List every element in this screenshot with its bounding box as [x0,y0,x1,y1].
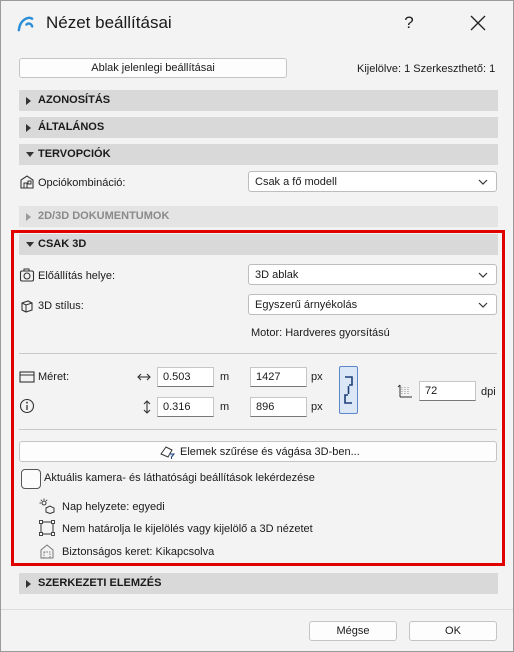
collapse-arrow-icon [26,242,34,247]
style-label: 3D stílus: [38,300,84,312]
selection-limit-info: Nem határolja le kijelölés vagy kijelölő… [62,523,313,535]
source-select[interactable]: 3D ablak [248,264,497,285]
view-settings-dialog: Nézet beállításai ? Ablak jelenlegi beál… [0,0,514,652]
section-identification[interactable]: AZONOSÍTÁS [19,90,498,111]
unit-m: m [220,371,230,383]
marquee-icon [39,520,55,536]
close-icon[interactable] [463,9,493,37]
size-icon [19,371,35,383]
width-m-input[interactable]: 0.503 [157,367,214,387]
select-value: Egyszerű árnyékolás [255,299,358,311]
footer-divider [1,609,513,610]
width-px-input[interactable]: 1427 [250,367,307,387]
input-value: 72 [425,385,438,397]
divider [19,353,497,354]
camera-settings-checkbox[interactable] [21,469,41,489]
camera-settings-label: Aktuális kamera- és láthatósági beállítá… [44,472,315,484]
select-value: Csak a fő modell [255,176,337,188]
height-arrow-icon [143,400,151,414]
unit-px: px [311,371,323,383]
dialog-title: Nézet beállításai [46,13,172,32]
dpi-input[interactable]: 72 [419,381,476,401]
option-combination-select[interactable]: Csak a fő modell [248,171,497,192]
title-bar: Nézet beállításai ? [1,1,513,45]
section-label: ÁLTALÁNOS [38,121,105,133]
info-icon[interactable] [19,398,35,414]
unit-dpi: dpi [481,386,496,398]
sun-icon [39,498,55,514]
expand-arrow-icon [26,213,31,221]
select-value: 3D ablak [255,269,299,281]
section-2d3d-documents: 2D/3D DOKUMENTUMOK [19,206,498,227]
help-button[interactable]: ? [395,9,423,37]
camera-icon [19,268,35,282]
section-label: 2D/3D DOKUMENTUMOK [38,210,170,222]
option-combination-icon [20,175,34,189]
chain-link-icon [344,376,353,404]
section-general[interactable]: ÁLTALÁNOS [19,117,498,138]
cube-icon [21,300,33,313]
section-label: CSAK 3D [38,238,87,250]
filter-cut-label: Elemek szűrése és vágása 3D-ben... [180,446,360,458]
section-label: TERVOPCIÓK [38,148,111,160]
chevron-down-icon [478,272,488,278]
input-value: 1427 [256,371,281,383]
safety-frame-icon [40,544,54,559]
expand-arrow-icon [26,124,31,132]
width-arrow-icon [137,373,151,381]
style-select[interactable]: Egyszerű árnyékolás [248,294,497,315]
height-px-input[interactable]: 896 [250,397,307,417]
section-structural-analysis[interactable]: SZERKEZETI ELEMZÉS [19,573,498,594]
divider [19,429,497,430]
source-label: Előállítás helye: [38,270,116,282]
section-label: SZERKEZETI ELEMZÉS [38,577,162,589]
safety-frame-info: Biztonságos keret: Kikapcsolva [62,546,215,558]
section-label: AZONOSÍTÁS [38,94,111,106]
sun-position-info: Nap helyzete: egyedi [62,501,165,513]
current-settings-button[interactable]: Ablak jelenlegi beállításai [19,58,287,78]
collapse-arrow-icon [26,152,34,157]
section-only-3d[interactable]: CSAK 3D [19,234,498,255]
unit-px: px [311,401,323,413]
option-combination-label: Opciókombináció: [38,177,126,189]
ok-button[interactable]: OK [409,621,497,641]
input-value: 896 [256,401,275,413]
input-value: 0.503 [163,371,191,383]
expand-arrow-icon [26,580,31,588]
size-label: Méret: [38,371,70,383]
engine-info: Motor: Hardveres gyorsítású [251,327,390,339]
section-design-options[interactable]: TERVOPCIÓK [19,144,498,165]
filter-cut-icon [160,446,175,459]
expand-arrow-icon [26,97,31,105]
height-m-input[interactable]: 0.316 [157,397,214,417]
unit-m: m [220,401,230,413]
chevron-down-icon [478,179,488,185]
chevron-down-icon [478,302,488,308]
cancel-button[interactable]: Mégse [309,621,397,641]
filter-cut-3d-button[interactable]: Elemek szűrése és vágása 3D-ben... [19,441,497,462]
proportion-lock-button[interactable] [339,366,358,414]
archicad-icon [17,16,34,32]
input-value: 0.316 [163,401,191,413]
selection-info: Kijelölve: 1 Szerkeszthető: 1 [357,63,496,75]
resolution-icon [397,384,412,398]
